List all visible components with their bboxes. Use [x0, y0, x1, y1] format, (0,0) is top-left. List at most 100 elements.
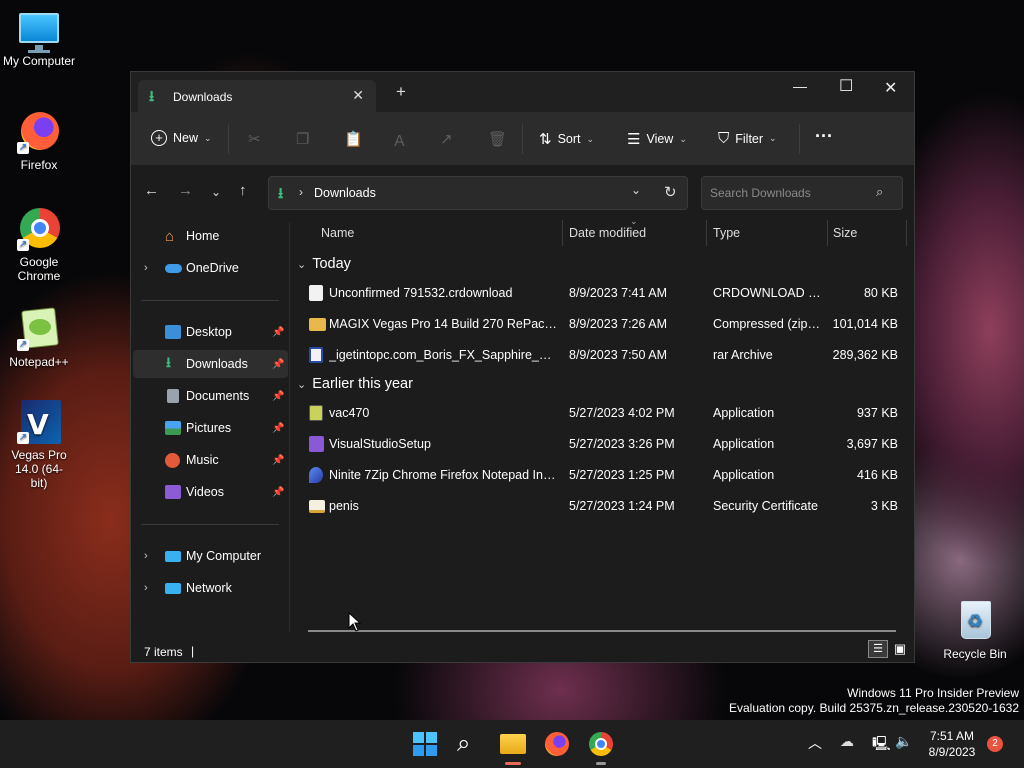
sidebar-item-music[interactable]: Music 📌	[133, 446, 288, 474]
column-divider[interactable]	[906, 220, 907, 246]
group-header-today[interactable]: ⌄ Today	[297, 256, 351, 272]
column-header-date[interactable]: Date modified	[569, 226, 646, 240]
file-size: 289,362 KB	[832, 348, 898, 362]
sort-button[interactable]: ⇅ Sort ⌄	[539, 130, 594, 148]
horizontal-scrollbar[interactable]	[308, 630, 896, 632]
group-header-earlier[interactable]: ⌄ Earlier this year	[297, 376, 413, 392]
more-options-button[interactable]: ···	[815, 126, 833, 147]
download-arrow-icon: ⭳	[166, 354, 171, 370]
expand-chevron-icon[interactable]: ›	[144, 262, 148, 274]
zip-folder-icon	[309, 318, 326, 331]
expand-chevron-icon[interactable]: ›	[144, 550, 148, 562]
sidebar-item-desktop[interactable]: Desktop 📌	[133, 318, 288, 346]
new-button[interactable]: + New ⌄	[151, 130, 212, 146]
sidebar-item-network[interactable]: › Network	[133, 574, 288, 602]
file-size: 101,014 KB	[832, 317, 898, 331]
search-icon[interactable]: ⌕	[876, 184, 883, 200]
up-arrow-icon[interactable]: ↑	[239, 182, 247, 199]
file-row[interactable]: Unconfirmed 791532.crdownload 8/9/2023 7…	[301, 278, 906, 308]
pin-icon[interactable]: 📌	[272, 327, 284, 338]
sidebar-item-onedrive[interactable]: › OneDrive	[133, 254, 288, 282]
toolbar-separator	[799, 124, 800, 154]
search-placeholder: Search Downloads	[710, 186, 811, 200]
column-divider[interactable]	[562, 220, 563, 246]
file-row[interactable]: Ninite 7Zip Chrome Firefox Notepad Inst.…	[301, 460, 906, 490]
address-bar[interactable]: ⭳ › Downloads ⌄ ↻	[268, 176, 688, 210]
file-name: Ninite 7Zip Chrome Firefox Notepad Inst.…	[329, 468, 557, 482]
file-row[interactable]: _igetintopc.com_Boris_FX_Sapphire_Plug..…	[301, 340, 906, 370]
close-window-button[interactable]: ✕	[884, 78, 897, 98]
column-divider[interactable]	[827, 220, 828, 246]
file-row[interactable]: penis 5/27/2023 1:24 PM Security Certifi…	[301, 491, 906, 521]
notification-badge[interactable]: 2	[987, 736, 1003, 752]
desktop-icon-recycle-bin[interactable]: ♻ Recycle Bin	[937, 597, 1013, 661]
pin-icon[interactable]: 📌	[272, 455, 284, 466]
sidebar-item-downloads[interactable]: ⭳ Downloads 📌	[133, 350, 288, 378]
start-button[interactable]	[411, 730, 439, 758]
cut-icon[interactable]: ✂	[248, 130, 261, 148]
search-button[interactable]: ⌕	[455, 730, 483, 758]
clock[interactable]: 7:51 AM 8/9/2023	[918, 728, 986, 760]
maximize-button[interactable]: ☐	[839, 76, 853, 96]
share-icon[interactable]: ↗	[440, 130, 453, 148]
tab-downloads[interactable]: ⭳ Downloads ✕	[138, 80, 376, 112]
search-box[interactable]: Search Downloads ⌕	[701, 176, 903, 210]
close-tab-icon[interactable]: ✕	[352, 87, 364, 104]
network-icon[interactable]: 🖳	[872, 733, 891, 757]
file-size: 416 KB	[856, 468, 898, 482]
volume-icon[interactable]: 🔈	[895, 733, 912, 750]
show-hidden-icons-chevron[interactable]: ︿	[808, 733, 822, 753]
file-row[interactable]: VisualStudioSetup 5/27/2023 3:26 PM Appl…	[301, 429, 906, 459]
desktop-icon-vegas[interactable]: V ↗ Vegas Pro 14.0 (64-bit)	[1, 398, 77, 490]
file-size: 3 KB	[870, 499, 898, 513]
refresh-icon[interactable]: ↻	[664, 183, 677, 201]
breadcrumb-downloads[interactable]: Downloads	[314, 186, 376, 200]
copy-icon[interactable]: ❐	[296, 130, 309, 148]
column-header-name[interactable]: Name	[321, 226, 354, 240]
back-arrow-icon[interactable]: ←	[144, 182, 159, 199]
cloud-offline-icon[interactable]: ☁	[840, 733, 854, 750]
recent-locations-chevron-icon[interactable]: ⌄	[211, 185, 221, 199]
sidebar-item-home[interactable]: ⌂ Home	[133, 222, 288, 250]
pin-icon[interactable]: 📌	[272, 423, 284, 434]
view-button[interactable]: ☰ View ⌄	[627, 130, 687, 148]
sidebar-item-pictures[interactable]: Pictures 📌	[133, 414, 288, 442]
column-header-type[interactable]: Type	[713, 226, 740, 240]
file-name: VisualStudioSetup	[329, 437, 431, 451]
certificate-icon	[309, 500, 325, 513]
minimize-button[interactable]: ―	[793, 78, 807, 94]
taskbar-file-explorer[interactable]	[499, 730, 527, 765]
new-tab-button[interactable]: +	[396, 82, 406, 102]
delete-icon[interactable]: 🗑	[488, 130, 507, 148]
expand-chevron-icon[interactable]: ›	[144, 582, 148, 594]
sidebar-item-videos[interactable]: Videos 📌	[133, 478, 288, 506]
desktop-icon-chrome[interactable]: ↗ Google Chrome	[1, 205, 77, 283]
file-row[interactable]: vac470 5/27/2023 4:02 PM Application 937…	[301, 398, 906, 428]
column-divider[interactable]	[706, 220, 707, 246]
details-view-icon[interactable]: ☰	[868, 640, 888, 658]
filter-button[interactable]: ⛉ Filter ⌄	[718, 130, 777, 147]
file-row[interactable]: MAGIX Vegas Pro 14 Build 270 RePack by .…	[301, 309, 906, 339]
desktop-icon-my-computer[interactable]: My Computer	[1, 10, 77, 68]
pin-icon[interactable]: 📌	[272, 391, 284, 402]
sidebar-item-documents[interactable]: Documents 📌	[133, 382, 288, 410]
sidebar-item-label: OneDrive	[186, 261, 239, 275]
sort-icon: ⇅	[539, 131, 552, 148]
rename-icon[interactable]: Ａ	[392, 130, 407, 151]
toolbar-separator	[522, 124, 523, 154]
desktop-icon-firefox[interactable]: ↗ Firefox	[1, 108, 77, 172]
tiles-view-icon[interactable]: ▣	[891, 640, 909, 658]
network-icon	[165, 582, 181, 594]
address-dropdown-icon[interactable]: ⌄	[631, 183, 641, 197]
download-arrow-icon: ⭳	[149, 88, 155, 105]
pin-icon[interactable]: 📌	[272, 359, 284, 370]
desktop-icon-notepadpp[interactable]: ↗ Notepad++	[1, 305, 77, 369]
paste-icon[interactable]: 📋	[344, 130, 363, 148]
pin-icon[interactable]: 📌	[272, 487, 284, 498]
forward-arrow-icon[interactable]: →	[178, 182, 193, 199]
sidebar-item-my-computer[interactable]: › My Computer	[133, 542, 288, 570]
taskbar-chrome[interactable]	[587, 730, 615, 765]
taskbar-firefox[interactable]	[543, 730, 571, 758]
column-header-size[interactable]: Size	[833, 226, 857, 240]
vegas-pro-icon: V ↗	[15, 398, 63, 446]
